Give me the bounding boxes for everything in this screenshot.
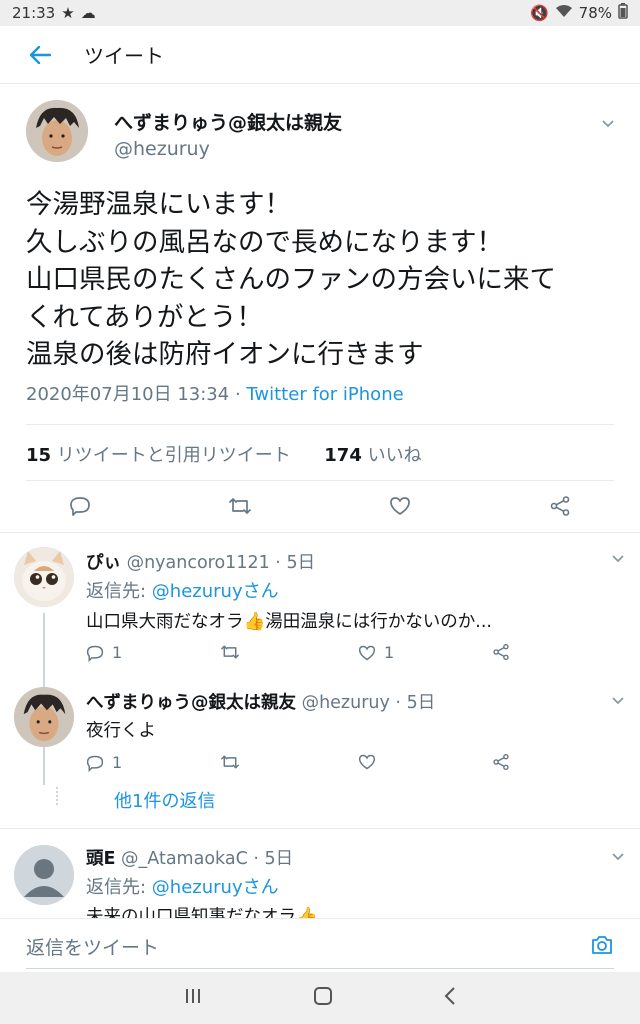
share-icon[interactable] bbox=[492, 643, 510, 661]
like-label: いいね bbox=[367, 445, 422, 466]
reply-button[interactable]: 1 bbox=[86, 753, 122, 772]
reply-text: 夜行くよ bbox=[86, 721, 156, 741]
share-icon[interactable] bbox=[492, 753, 510, 771]
tweet-timestamp: 2020年07月10日 13:34 bbox=[26, 384, 230, 405]
status-time: 21:33 bbox=[12, 4, 56, 22]
retweet-icon[interactable] bbox=[220, 753, 240, 771]
reply-icon bbox=[86, 755, 104, 772]
app-header: ツイート bbox=[0, 26, 640, 84]
tweet-source-link[interactable]: Twitter for iPhone bbox=[246, 384, 403, 405]
share-icon[interactable] bbox=[546, 492, 574, 520]
chevron-down-icon[interactable] bbox=[600, 116, 616, 132]
reply-author-handle[interactable]: @_AtamaokaC bbox=[121, 849, 248, 869]
battery-level: 78% bbox=[578, 4, 612, 22]
like-icon[interactable] bbox=[386, 492, 414, 520]
reply-actions: 1 bbox=[86, 753, 586, 775]
like-icon bbox=[358, 645, 376, 660]
recents-icon[interactable] bbox=[183, 987, 203, 1009]
avatar[interactable] bbox=[26, 100, 88, 162]
back-nav-icon[interactable] bbox=[443, 986, 457, 1010]
retweet-stat[interactable]: 15 リツイートと引用リツイート bbox=[26, 445, 291, 466]
battery-icon bbox=[618, 3, 628, 23]
reply-author-name[interactable]: 頭E bbox=[86, 849, 115, 869]
like-button[interactable]: 1 bbox=[358, 643, 394, 662]
chevron-down-icon[interactable] bbox=[610, 693, 626, 709]
tweet-line: 久しぶりの風呂なので長めになります！ bbox=[26, 226, 503, 258]
mute-icon: 🔇 bbox=[529, 4, 549, 22]
input-underline bbox=[26, 968, 614, 969]
meta-separator: · bbox=[229, 384, 247, 405]
star-icon: ★ bbox=[61, 4, 75, 22]
default-avatar-icon[interactable] bbox=[14, 845, 74, 905]
thread-line bbox=[43, 753, 45, 785]
retweet-icon[interactable] bbox=[220, 643, 240, 661]
reply-text: 山口県大雨だなオラ👍湯田温泉には行かないのか... bbox=[86, 612, 492, 632]
reply-icon[interactable] bbox=[66, 492, 94, 520]
thread-dots bbox=[56, 787, 58, 805]
reply-to-label: 返信先: bbox=[86, 581, 152, 602]
page-title: ツイート bbox=[84, 44, 164, 68]
reply-tweet[interactable]: 頭E @_AtamaokaC · 5日 返信先: @hezuruyさん 未来の山… bbox=[0, 829, 640, 918]
retweet-icon[interactable] bbox=[226, 492, 254, 520]
reply-actions: 1 1 bbox=[86, 643, 586, 665]
reply-header: へずまりゅう@銀太は親友 @hezuruy · 5日 bbox=[86, 693, 436, 713]
reply-text: 未来の山口県知事だなオラ👍 bbox=[86, 907, 318, 918]
chevron-down-icon[interactable] bbox=[610, 849, 626, 865]
retweet-count: 15 bbox=[26, 445, 52, 466]
author-handle[interactable]: @hezuruy bbox=[114, 138, 210, 160]
tweet-line: 温泉の後は防府イオンに行きます bbox=[26, 339, 424, 370]
reply-author-name[interactable]: ぴぃ bbox=[86, 553, 121, 573]
home-icon[interactable] bbox=[313, 986, 333, 1010]
like-icon[interactable] bbox=[358, 753, 376, 771]
camera-icon[interactable] bbox=[590, 933, 614, 957]
tweet-line: 山口県民のたくさんのファンの方会いに来て bbox=[26, 264, 556, 295]
like-count: 174 bbox=[324, 445, 362, 466]
reply-count: 1 bbox=[112, 753, 123, 772]
tweet-meta: 2020年07月10日 13:34 · Twitter for iPhone bbox=[26, 380, 404, 406]
cloud-icon: ☁ bbox=[80, 4, 96, 22]
system-nav-bar bbox=[0, 972, 640, 1024]
reply-time: 5日 bbox=[286, 553, 316, 573]
reply-time: 5日 bbox=[264, 849, 294, 869]
tweet-text: 今湯野温泉にいます！ 久しぶりの風呂なので長めになります！ 山口県民のたくさんの… bbox=[26, 186, 616, 374]
reply-input[interactable]: 返信をツイート bbox=[26, 933, 159, 960]
reply-button[interactable]: 1 bbox=[86, 643, 122, 662]
reply-author-handle[interactable]: @nyancoro1121 bbox=[127, 553, 270, 573]
show-more-replies-link[interactable]: 他1件の返信 bbox=[114, 787, 215, 813]
tweet-actions bbox=[0, 492, 640, 526]
tweet-stats: 15 リツイートと引用リツイート 174 いいね bbox=[26, 441, 422, 467]
author-name[interactable]: へずまりゅう@銀太は親友 bbox=[114, 108, 342, 135]
back-arrow-icon[interactable] bbox=[20, 35, 60, 75]
reply-time: 5日 bbox=[406, 693, 436, 713]
reply-author-name[interactable]: へずまりゅう@銀太は親友 bbox=[86, 693, 296, 713]
tweet-line: くれてありがとう！ bbox=[26, 301, 263, 333]
reply-icon bbox=[86, 645, 104, 662]
reply-to: 返信先: @hezuruyさん bbox=[86, 873, 279, 899]
chevron-down-icon[interactable] bbox=[610, 551, 626, 567]
reply-to-label: 返信先: bbox=[86, 877, 152, 898]
avatar[interactable] bbox=[14, 547, 74, 607]
reply-header: ぴぃ @nyancoro1121 · 5日 bbox=[86, 553, 316, 573]
like-stat[interactable]: 174 いいね bbox=[324, 445, 421, 466]
reply-to-link[interactable]: @hezuruyさん bbox=[152, 581, 279, 602]
reply-header: 頭E @_AtamaokaC · 5日 bbox=[86, 849, 294, 869]
tweet-line: 今湯野温泉にいます！ bbox=[26, 189, 291, 220]
retweet-label: リツイートと引用リツイート bbox=[56, 445, 291, 466]
reply-to: 返信先: @hezuruyさん bbox=[86, 577, 279, 603]
divider bbox=[0, 532, 640, 533]
avatar[interactable] bbox=[14, 687, 74, 747]
reply-author-handle[interactable]: @hezuruy bbox=[302, 693, 390, 713]
reply-composer[interactable]: 返信をツイート bbox=[0, 918, 640, 972]
reply-count: 1 bbox=[112, 643, 123, 662]
divider bbox=[26, 480, 614, 481]
like-count: 1 bbox=[384, 643, 395, 662]
divider bbox=[26, 424, 614, 425]
reply-to-link[interactable]: @hezuruyさん bbox=[152, 877, 279, 898]
wifi-icon bbox=[555, 4, 573, 22]
status-bar: 21:33 ★ ☁ 🔇 78% bbox=[0, 0, 640, 26]
